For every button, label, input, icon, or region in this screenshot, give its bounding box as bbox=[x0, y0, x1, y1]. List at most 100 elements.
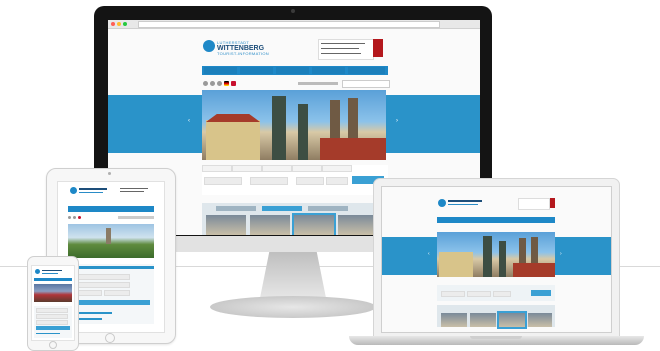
monitor-camera bbox=[291, 9, 295, 13]
search-button[interactable] bbox=[36, 326, 70, 330]
accessibility-icon[interactable] bbox=[68, 216, 71, 219]
gallery-thumbnail[interactable] bbox=[338, 215, 378, 235]
section-link[interactable] bbox=[36, 333, 60, 334]
address-bar[interactable] bbox=[138, 21, 440, 28]
booking-tab[interactable] bbox=[232, 165, 262, 172]
main-navigation bbox=[68, 206, 154, 212]
gallery-thumbnail[interactable] bbox=[470, 313, 496, 327]
form-header bbox=[68, 266, 154, 269]
town-hall-building bbox=[439, 252, 473, 277]
church-building bbox=[513, 263, 555, 277]
departure-date-field[interactable] bbox=[72, 282, 130, 288]
gallery-thumbnail[interactable] bbox=[528, 313, 552, 327]
booking-tab[interactable] bbox=[262, 165, 292, 172]
guests-select[interactable] bbox=[296, 177, 324, 185]
rooms-select[interactable] bbox=[326, 177, 348, 185]
nav-item[interactable] bbox=[204, 67, 237, 74]
arrival-date-field[interactable] bbox=[204, 177, 242, 185]
rooms-select[interactable] bbox=[104, 290, 130, 296]
hero-image bbox=[34, 284, 72, 302]
church-building bbox=[320, 138, 386, 160]
phone-screen bbox=[31, 265, 75, 341]
section-tab-active[interactable] bbox=[262, 206, 302, 211]
featured-section bbox=[202, 203, 388, 235]
hero-prev-icon[interactable]: ‹ bbox=[188, 118, 190, 124]
site-logo-icon[interactable] bbox=[70, 187, 77, 194]
booking-form bbox=[34, 306, 72, 338]
tablet-home-button[interactable] bbox=[105, 333, 115, 343]
hero-prev-icon[interactable]: ‹ bbox=[428, 251, 430, 257]
contact-line bbox=[120, 191, 144, 192]
nav-item[interactable] bbox=[312, 67, 345, 74]
contact-line bbox=[321, 43, 365, 44]
hero-next-icon[interactable]: › bbox=[560, 251, 562, 257]
partner-badge[interactable] bbox=[550, 198, 555, 208]
accessibility-icon[interactable] bbox=[203, 81, 208, 86]
english-flag-icon[interactable] bbox=[231, 81, 236, 86]
hero-image bbox=[437, 232, 555, 277]
booking-tab[interactable] bbox=[202, 165, 232, 172]
melanchthon-statue bbox=[499, 241, 506, 277]
nav-item[interactable] bbox=[348, 67, 385, 74]
gallery-thumbnail-selected[interactable] bbox=[497, 311, 527, 329]
gallery-thumbnail[interactable] bbox=[250, 215, 290, 235]
utility-links[interactable] bbox=[118, 216, 154, 219]
guests-select[interactable] bbox=[493, 291, 511, 297]
english-flag-icon[interactable] bbox=[78, 216, 81, 219]
german-flag-icon[interactable] bbox=[224, 81, 229, 86]
logo-tagline bbox=[79, 192, 103, 193]
logo-tagline bbox=[42, 273, 58, 274]
site-logo-icon[interactable] bbox=[35, 269, 40, 274]
minimize-window-icon[interactable] bbox=[117, 22, 121, 26]
tablet-camera bbox=[108, 172, 111, 175]
logo-wordmark bbox=[448, 200, 482, 202]
search-button[interactable] bbox=[72, 300, 150, 305]
main-navigation bbox=[34, 278, 72, 281]
gallery-thumbnail[interactable] bbox=[441, 313, 467, 327]
nav-item[interactable] bbox=[276, 67, 309, 74]
browser-toolbar bbox=[108, 20, 480, 29]
partner-badge[interactable] bbox=[373, 39, 383, 57]
main-navigation bbox=[437, 217, 555, 223]
accessibility-icon[interactable] bbox=[217, 81, 222, 86]
departure-date-field[interactable] bbox=[467, 291, 491, 297]
booking-form bbox=[68, 264, 154, 324]
section-tab[interactable] bbox=[308, 206, 348, 211]
contact-info-box bbox=[518, 198, 550, 210]
contact-line bbox=[321, 48, 359, 49]
logo-line3: TOURIST-INFORMATION bbox=[217, 51, 269, 56]
monitor-stand-base bbox=[210, 296, 376, 318]
close-window-icon[interactable] bbox=[111, 22, 115, 26]
arrival-date-field[interactable] bbox=[36, 308, 68, 313]
nav-item[interactable] bbox=[240, 67, 273, 74]
phone-home-button[interactable] bbox=[49, 341, 57, 349]
gallery-thumbnail[interactable] bbox=[206, 215, 246, 235]
arrival-date-field[interactable] bbox=[441, 291, 465, 297]
accessibility-icon[interactable] bbox=[73, 216, 76, 219]
booking-widget bbox=[202, 165, 388, 195]
contact-line bbox=[321, 53, 361, 54]
accessibility-icon[interactable] bbox=[210, 81, 215, 86]
section-tab[interactable] bbox=[216, 206, 256, 211]
arrival-date-field[interactable] bbox=[72, 274, 130, 280]
contact-line bbox=[120, 188, 148, 189]
departure-date-field[interactable] bbox=[250, 177, 288, 185]
booking-tab[interactable] bbox=[322, 165, 352, 172]
site-logo-icon[interactable] bbox=[203, 40, 215, 52]
search-input[interactable] bbox=[342, 80, 390, 88]
park-image bbox=[68, 224, 154, 258]
logo-tagline bbox=[448, 204, 478, 205]
utility-links[interactable] bbox=[298, 82, 338, 85]
castle-tower bbox=[106, 228, 111, 244]
booking-tab[interactable] bbox=[292, 165, 322, 172]
search-button[interactable] bbox=[531, 290, 551, 296]
contact-info-box bbox=[318, 39, 374, 60]
site-logo-icon[interactable] bbox=[438, 199, 446, 207]
hero-image bbox=[202, 90, 386, 160]
gallery-thumbnail-selected[interactable] bbox=[292, 213, 336, 235]
guests-select[interactable] bbox=[36, 320, 68, 325]
departure-date-field[interactable] bbox=[36, 314, 68, 319]
hero-next-icon[interactable]: › bbox=[396, 118, 398, 124]
town-hall-roof bbox=[206, 114, 260, 122]
maximize-window-icon[interactable] bbox=[123, 22, 127, 26]
